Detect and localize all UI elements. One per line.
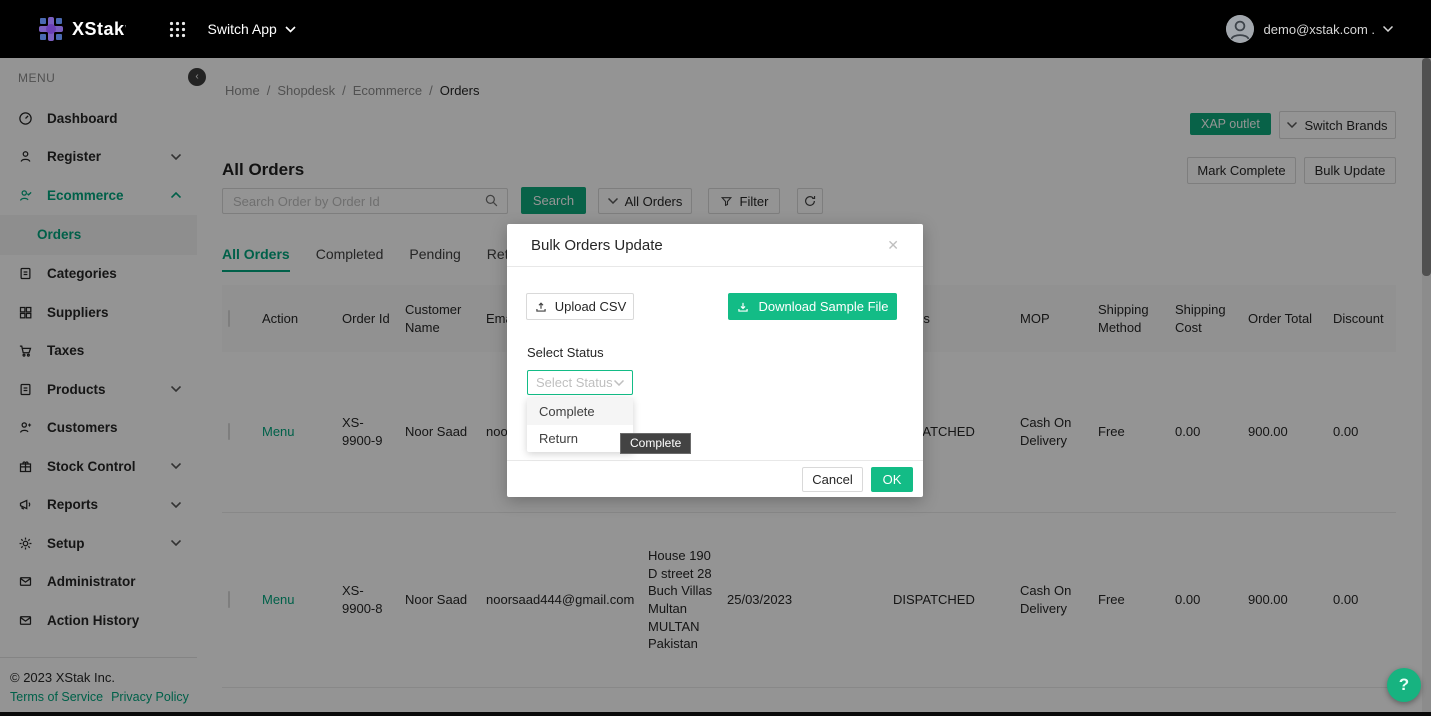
app-grid-icon[interactable] [169, 21, 186, 38]
status-dropdown: Complete Return [527, 398, 633, 452]
status-select-placeholder: Select Status [536, 375, 613, 390]
bulk-orders-update-modal: Bulk Orders Update ✕ Upload CSV Download… [507, 224, 923, 497]
cancel-button[interactable]: Cancel [802, 467, 863, 492]
help-button[interactable]: ? [1387, 668, 1421, 702]
brand-trademark: ʼ [125, 24, 127, 34]
switch-app-label: Switch App [208, 21, 277, 37]
switch-app-menu[interactable]: Switch App [208, 21, 296, 37]
user-menu[interactable]: demo@xstak.com . [1264, 22, 1393, 37]
brand-logo[interactable]: XStakʼ [38, 16, 127, 42]
select-status-label: Select Status [527, 345, 604, 360]
download-sample-label: Download Sample File [758, 299, 888, 314]
chevron-down-icon [285, 26, 296, 33]
xstak-logo-icon [38, 16, 64, 42]
modal-title: Bulk Orders Update [531, 237, 663, 254]
top-navbar: XStakʼ Switch App demo@xstak.com . [0, 0, 1431, 58]
complete-tooltip: Complete [620, 433, 691, 454]
window-bottom-edge [0, 712, 1431, 716]
user-email-label: demo@xstak.com . [1264, 22, 1375, 37]
brand-name: XStak [72, 19, 125, 40]
download-sample-button[interactable]: Download Sample File [728, 293, 897, 320]
chevron-down-icon [614, 380, 624, 386]
option-return[interactable]: Return [527, 425, 633, 452]
close-icon[interactable]: ✕ [887, 237, 899, 254]
status-select[interactable]: Select Status [527, 370, 633, 395]
option-complete[interactable]: Complete [527, 398, 633, 425]
upload-csv-label: Upload CSV [555, 299, 627, 314]
user-avatar[interactable] [1226, 15, 1254, 43]
upload-icon [534, 300, 548, 314]
download-icon [736, 300, 750, 314]
upload-csv-button[interactable]: Upload CSV [526, 293, 634, 320]
ok-button[interactable]: OK [871, 467, 913, 492]
chevron-down-icon [1383, 26, 1393, 32]
